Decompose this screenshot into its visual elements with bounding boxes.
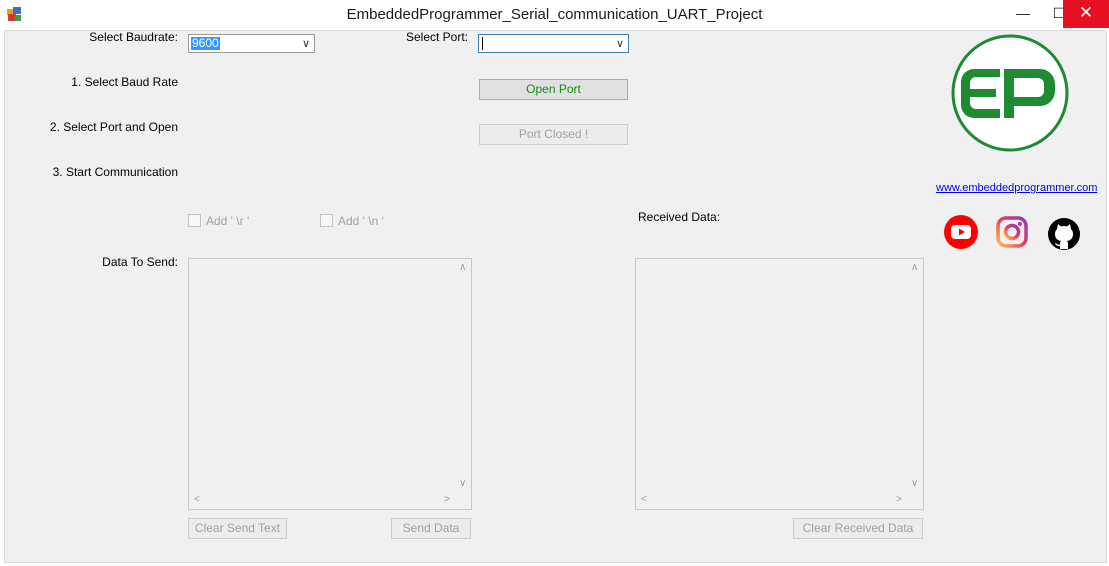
scroll-left-icon[interactable]: < [194, 494, 200, 505]
add-cr-label: Add ' \r ' [206, 213, 250, 228]
port-value [485, 37, 487, 50]
scroll-down-icon[interactable]: ∨ [459, 478, 466, 489]
scroll-up-icon[interactable]: ∧ [911, 262, 918, 273]
checkbox-box [188, 214, 201, 228]
send-textarea[interactable]: ∧ ∨ < > [188, 258, 472, 510]
vertical-scrollbar[interactable]: ∧ ∨ [455, 259, 471, 492]
port-select[interactable]: ∨ [478, 34, 629, 53]
vertical-scrollbar[interactable]: ∧ ∨ [907, 259, 923, 492]
port-label: Select Port: [405, 30, 468, 44]
port-status-button[interactable]: Port Closed ! [479, 124, 628, 145]
horizontal-scrollbar[interactable]: < > [189, 492, 455, 509]
clear-received-button[interactable]: Clear Received Data [793, 518, 923, 539]
received-textarea[interactable]: ∧ ∨ < > [635, 258, 924, 510]
text-caret [482, 37, 483, 50]
github-icon[interactable] [1047, 217, 1081, 251]
youtube-icon[interactable] [944, 215, 978, 249]
scroll-left-icon[interactable]: < [641, 494, 647, 505]
data-to-send-label: Data To Send: [102, 255, 178, 269]
scroll-right-icon[interactable]: > [444, 494, 450, 505]
baudrate-select[interactable]: 9600 ∨ [188, 34, 315, 53]
website-link[interactable]: www.embeddedprogrammer.com [936, 182, 1097, 194]
scroll-right-icon[interactable]: > [896, 494, 902, 505]
scroll-down-icon[interactable]: ∨ [911, 478, 918, 489]
step-3-label: 3. Start Communication [52, 165, 178, 179]
add-lf-checkbox[interactable]: Add ' \n ' [320, 213, 384, 229]
checkbox-box [320, 214, 333, 228]
step-1-label: 1. Select Baud Rate [71, 75, 178, 89]
horizontal-scrollbar[interactable]: < > [636, 492, 907, 509]
chevron-down-icon: ∨ [301, 38, 310, 50]
title-bar: EmbeddedProgrammer_Serial_communication_… [0, 0, 1109, 30]
step-2-label: 2. Select Port and Open [49, 120, 178, 134]
open-port-button[interactable]: Open Port [479, 79, 628, 100]
close-button[interactable]: ✕ [1063, 0, 1109, 28]
clear-send-button[interactable]: Clear Send Text [188, 518, 287, 539]
window-title: EmbeddedProgrammer_Serial_communication_… [346, 6, 763, 23]
chevron-down-icon: ∨ [615, 38, 624, 50]
add-lf-label: Add ' \n ' [338, 213, 384, 228]
main-form [4, 30, 1107, 563]
baudrate-value: 9600 [191, 36, 220, 50]
baudrate-label: Select Baudrate: [89, 30, 178, 44]
add-cr-checkbox[interactable]: Add ' \r ' [188, 213, 249, 229]
ep-logo [951, 34, 1069, 152]
received-data-label: Received Data: [638, 210, 721, 224]
instagram-icon[interactable] [995, 215, 1029, 249]
send-data-button[interactable]: Send Data [391, 518, 471, 539]
scroll-up-icon[interactable]: ∧ [459, 262, 466, 273]
